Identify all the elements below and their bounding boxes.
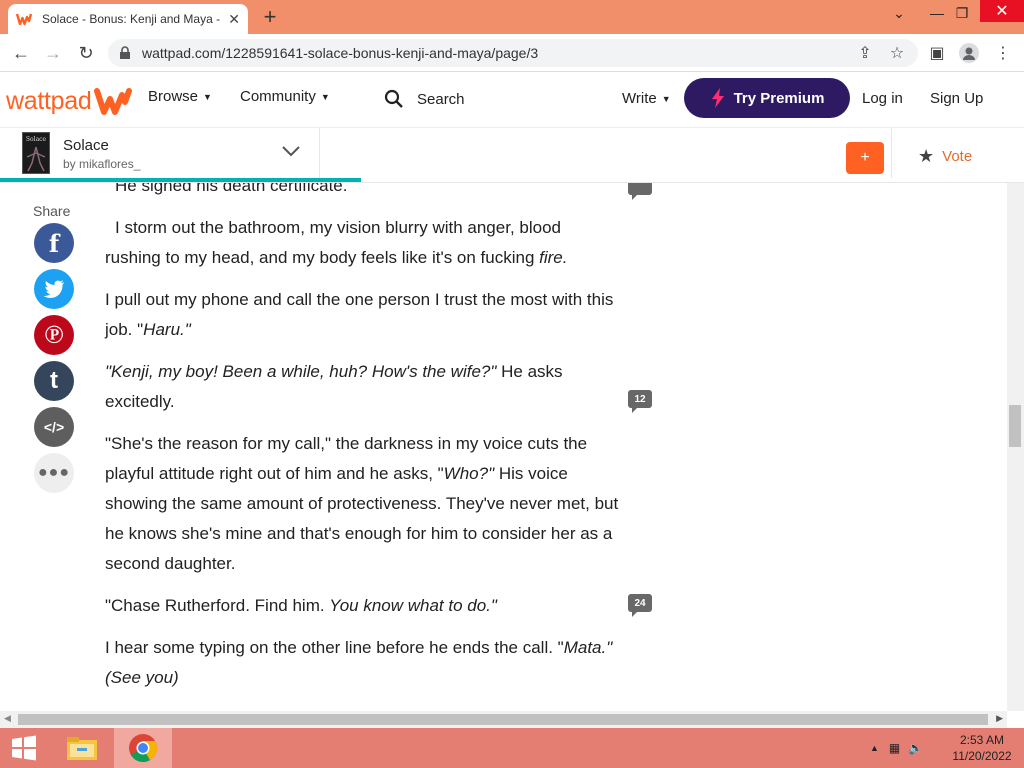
windows-start-icon[interactable] (0, 728, 48, 768)
cover-figure-icon (26, 146, 46, 172)
logo-text: wattpad (6, 86, 92, 115)
story-title[interactable]: Solace (63, 137, 109, 154)
paragraph: He signed his death certificate. (115, 183, 348, 195)
profile-avatar-icon[interactable] (956, 40, 982, 66)
premium-label: Try Premium (733, 89, 825, 107)
browser-tab[interactable]: Solace - Bonus: Kenji and Maya - ✕ (8, 4, 248, 34)
community-menu[interactable]: Community ▼ (240, 88, 330, 105)
star-icon: ★ (918, 146, 935, 166)
taskbar-clock[interactable]: 2:53 AM 11/20/2022 (946, 732, 1018, 764)
embed-code-icon[interactable]: </> (34, 407, 74, 447)
story-cover-image[interactable]: Solace (22, 132, 50, 174)
vote-label: Vote (942, 148, 973, 165)
cover-title-text: Solace (25, 136, 47, 143)
search-label: Search (417, 90, 465, 108)
divider (891, 128, 892, 178)
lightning-icon (711, 88, 724, 108)
browse-menu[interactable]: Browse ▼ (148, 88, 212, 105)
story-toolbar: Solace Solace by mikaflores_ + ★ Vote (0, 128, 1024, 183)
url-text: wattpad.com/1228591641-solace-bonus-kenj… (142, 45, 539, 61)
try-premium-button[interactable]: Try Premium (684, 78, 850, 118)
minimize-icon[interactable]: — (926, 0, 948, 26)
wattpad-w-icon (94, 88, 133, 115)
clock-date: 11/20/2022 (952, 749, 1012, 763)
side-panel-icon[interactable]: ▣ (924, 40, 950, 66)
more-options-icon[interactable]: ●●● (34, 453, 74, 493)
tray-expand-icon[interactable]: ▲ (870, 743, 879, 753)
divider (319, 128, 320, 178)
comment-bubble-icon[interactable] (628, 183, 652, 200)
clock-time: 2:53 AM (959, 733, 1005, 747)
scroll-right-icon[interactable]: ▶ (996, 713, 1003, 724)
url-bar[interactable]: wattpad.com/1228591641-solace-bonus-kenj… (108, 39, 918, 67)
vertical-scroll-thumb[interactable] (1009, 405, 1021, 447)
browser-menu-icon[interactable]: ⋮ (990, 40, 1016, 66)
add-to-list-button[interactable]: + (846, 142, 884, 174)
chrome-taskbar-icon[interactable] (114, 728, 172, 768)
lock-icon (120, 46, 130, 59)
signup-link[interactable]: Sign Up (930, 90, 983, 107)
wattpad-logo[interactable]: wattpad (6, 84, 133, 118)
new-tab-button[interactable]: + (256, 4, 284, 30)
vertical-scrollbar[interactable] (1007, 183, 1024, 711)
site-header: wattpad Browse ▼ Community ▼ Search Write ▼… (0, 72, 1024, 128)
file-explorer-icon[interactable] (58, 730, 106, 766)
share-page-icon[interactable]: ⇪ (852, 40, 878, 66)
tab-title: Solace - Bonus: Kenji and Maya - (42, 12, 221, 26)
bookmark-star-icon[interactable]: ☆ (884, 40, 910, 66)
restore-icon[interactable]: ❐ (950, 0, 974, 26)
browse-label: Browse (148, 88, 199, 105)
scroll-left-icon[interactable]: ◀ (4, 713, 11, 724)
browser-tab-strip: Solace - Bonus: Kenji and Maya - ✕ + ⌄ —… (0, 0, 1024, 34)
paragraph: I hear some typing on the other line bef… (105, 638, 613, 687)
search-icon (384, 89, 403, 108)
network-icon[interactable]: ▦ (889, 741, 900, 755)
reading-progress-bar (0, 178, 362, 182)
address-toolbar: ← → ↻ wattpad.com/1228591641-solace-bonu… (0, 34, 1024, 72)
paragraph: I storm out the bathroom, my vision blur… (105, 218, 568, 267)
comment-count-badge[interactable]: 24 (628, 594, 652, 617)
login-link[interactable]: Log in (862, 90, 903, 107)
search-button[interactable]: Search (384, 89, 465, 109)
tab-search-icon[interactable]: ⌄ (882, 0, 916, 26)
chevron-down-icon[interactable] (280, 140, 302, 162)
reload-icon[interactable]: ↻ (73, 40, 99, 66)
twitter-share-icon[interactable] (34, 269, 74, 309)
windows-taskbar: ▲ ▦ 🔈 2:53 AM 11/20/2022 (0, 728, 1024, 768)
write-menu[interactable]: Write ▼ (622, 90, 671, 107)
comment-count-badge[interactable]: 12 (628, 390, 652, 413)
tumblr-share-icon[interactable]: t (34, 361, 74, 401)
volume-icon[interactable]: 🔈 (908, 741, 923, 755)
community-label: Community (240, 88, 316, 105)
paragraph: "Chase Rutherford. Find him. You know wh… (105, 596, 497, 615)
system-tray: ▲ ▦ 🔈 (870, 728, 923, 768)
paragraph: "She's the reason for my call," the dark… (105, 434, 619, 573)
caret-down-icon: ▼ (203, 91, 212, 102)
wattpad-favicon-icon (16, 13, 32, 26)
share-label: Share (33, 203, 71, 219)
window-close-icon[interactable]: ✕ (980, 0, 1024, 22)
tab-close-icon[interactable]: ✕ (228, 11, 240, 28)
paragraph: I pull out my phone and call the one per… (105, 290, 614, 339)
story-content: Share f ℗ t </> ●●● He signed his death … (0, 183, 1007, 711)
caret-down-icon: ▼ (661, 93, 671, 104)
caret-down-icon: ▼ (320, 91, 330, 102)
pinterest-share-icon[interactable]: ℗ (34, 315, 74, 355)
forward-arrow-icon[interactable]: → (40, 40, 66, 66)
horizontal-scroll-thumb[interactable] (18, 714, 988, 725)
back-arrow-icon[interactable]: ← (8, 40, 34, 66)
write-label: Write (622, 90, 657, 107)
vote-button[interactable]: ★ Vote (918, 146, 972, 167)
story-author[interactable]: by mikaflores_ (63, 157, 140, 171)
facebook-share-icon[interactable]: f (34, 223, 74, 263)
paragraph: "Kenji, my boy! Been a while, huh? How's… (105, 362, 563, 411)
